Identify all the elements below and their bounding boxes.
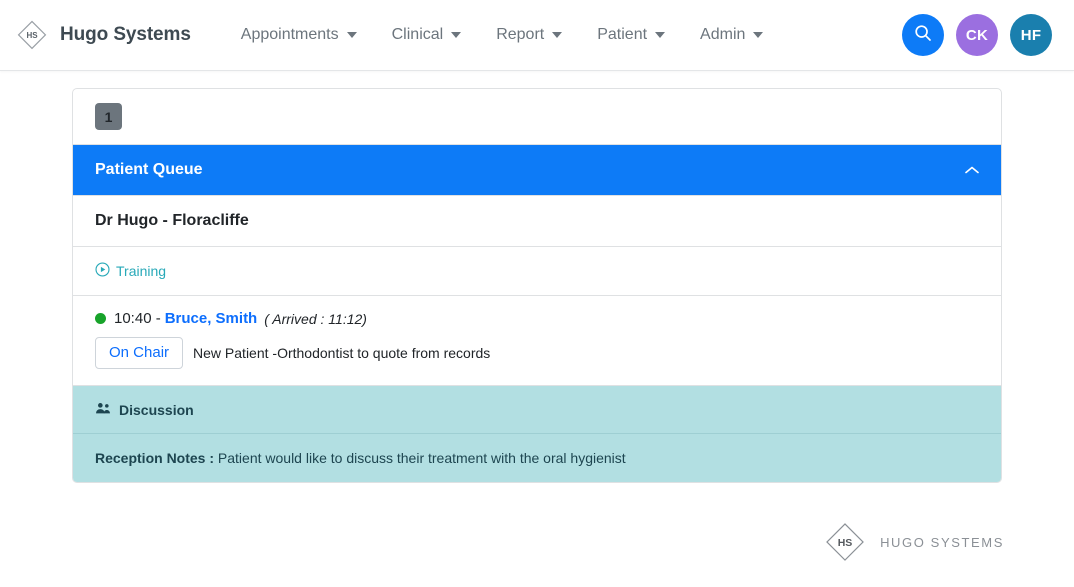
reception-notes-label: Reception Notes : <box>95 450 215 466</box>
brand-logo-link[interactable]: HS Hugo Systems <box>14 17 191 53</box>
nav-item-appointments[interactable]: Appointments <box>225 18 373 52</box>
avatar-hf[interactable]: HF <box>1010 14 1052 56</box>
on-chair-button[interactable]: On Chair <box>95 337 184 369</box>
chevron-down-icon <box>552 32 563 38</box>
search-button[interactable] <box>902 14 944 56</box>
hugo-diamond-logo-icon: HS <box>822 519 868 565</box>
nav-item-clinical[interactable]: Clinical <box>376 18 478 52</box>
chevron-up-icon[interactable] <box>965 166 979 174</box>
play-circle-icon <box>95 262 110 280</box>
patient-detail-line: On Chair New Patient -Orthodontist to qu… <box>95 337 979 369</box>
patient-queue-card: 1 Patient Queue Dr Hugo - Floracliffe Tr… <box>72 88 1002 483</box>
reception-notes-text: Patient would like to discuss their trea… <box>217 450 626 466</box>
navbar-actions: CK HF <box>902 14 1052 56</box>
footer-brand-text: HUGO SYSTEMS <box>880 534 1004 550</box>
chevron-down-icon <box>451 32 462 38</box>
patient-summary-line: 10:40 - Bruce, Smith ( Arrived : 11:12) <box>95 310 979 327</box>
users-icon <box>95 401 111 418</box>
training-link[interactable]: Training <box>95 262 166 280</box>
svg-text:HS: HS <box>26 31 38 40</box>
patient-queue-title: Patient Queue <box>95 161 203 178</box>
discussion-row[interactable]: Discussion <box>73 386 1001 434</box>
avatar-ck[interactable]: CK <box>956 14 998 56</box>
patient-list-item: 10:40 - Bruce, Smith ( Arrived : 11:12) … <box>73 296 1001 386</box>
training-row: Training <box>73 247 1001 296</box>
provider-name: Dr Hugo - Floracliffe <box>73 196 1001 247</box>
chevron-down-icon <box>655 32 666 38</box>
page-content: 1 Patient Queue Dr Hugo - Floracliffe Tr… <box>0 71 1074 483</box>
hugo-diamond-logo-icon: HS <box>14 17 50 53</box>
main-menu: Appointments Clinical Report Patient Adm… <box>225 18 780 52</box>
brand-name: Hugo Systems <box>60 24 191 45</box>
chevron-down-icon <box>753 32 764 38</box>
nav-item-admin[interactable]: Admin <box>684 18 779 52</box>
patient-name-link[interactable]: Bruce, Smith <box>165 310 258 327</box>
nav-item-report[interactable]: Report <box>480 18 578 52</box>
appointment-time: 10:40 - <box>114 310 161 327</box>
nav-item-label: Patient <box>597 26 648 43</box>
nav-item-patient[interactable]: Patient <box>581 18 681 52</box>
search-icon <box>913 23 933 47</box>
nav-item-label: Report <box>496 26 545 43</box>
page-badge-1[interactable]: 1 <box>95 103 122 130</box>
status-dot-green-icon <box>95 313 106 324</box>
top-navbar: HS Hugo Systems Appointments Clinical Re… <box>0 0 1074 71</box>
patient-note: New Patient -Orthodontist to quote from … <box>193 345 491 361</box>
patient-queue-header[interactable]: Patient Queue <box>73 145 1001 196</box>
nav-item-label: Admin <box>700 26 746 43</box>
nav-item-label: Appointments <box>240 26 339 43</box>
pagination-row: 1 <box>73 89 1001 145</box>
svg-text:HS: HS <box>838 537 853 549</box>
nav-item-label: Clinical <box>391 26 444 43</box>
footer-branding: HS HUGO SYSTEMS <box>822 519 1004 565</box>
arrived-time: ( Arrived : 11:12) <box>264 310 367 327</box>
chevron-down-icon <box>346 32 357 38</box>
training-label: Training <box>116 263 167 279</box>
discussion-label: Discussion <box>119 401 194 418</box>
reception-notes-row: Reception Notes : Patient would like to … <box>73 434 1001 482</box>
